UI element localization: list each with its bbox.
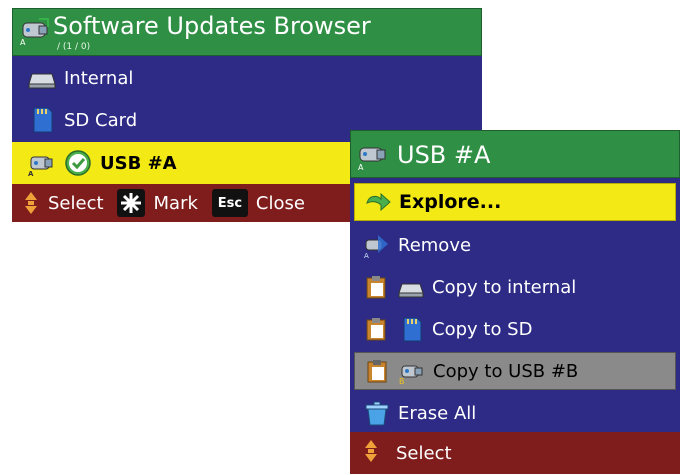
menu-item-copy-to-sd[interactable]: Copy to SD [354, 310, 676, 348]
usb-drive-icon: A [28, 149, 56, 178]
window-title: Software Updates Browser [53, 12, 371, 40]
clipboard-icon [364, 316, 390, 342]
svg-text:A: A [20, 38, 26, 47]
menu-item-copy-to-internal[interactable]: Copy to internal [354, 268, 676, 306]
hard-drive-icon [28, 64, 56, 92]
esc-key: Esc [211, 189, 248, 217]
menu-item-remove[interactable]: A Remove [354, 226, 676, 264]
usb-drive-icon: A [19, 15, 51, 47]
svg-text:A: A [364, 252, 369, 258]
menu-item-label: Copy to USB #B [433, 360, 579, 382]
remove-usb-icon: A [364, 232, 390, 260]
menu-item-erase-all[interactable]: Erase All [354, 394, 676, 432]
svg-text:B: B [399, 377, 405, 384]
updown-arrows-icon [24, 191, 38, 215]
popup-footer: Select [350, 432, 680, 474]
menu-item-label: Explore... [399, 191, 502, 213]
erase-all-icon [364, 400, 390, 426]
popup-title-bar: A USB #A [350, 130, 680, 178]
usb-drive-icon: B [399, 358, 425, 386]
hard-drive-icon [398, 274, 424, 300]
popup-title: USB #A [397, 141, 491, 169]
menu-item-copy-to-usb-b[interactable]: B Copy to USB #B [354, 352, 676, 390]
sd-card-icon [398, 316, 424, 342]
select-hint: Select [48, 192, 104, 214]
popup-menu-list: Explore... A Remove Copy to internal Cop… [350, 178, 680, 432]
menu-item-label: Remove [398, 234, 472, 256]
menu-item-label: Copy to SD [432, 318, 533, 340]
drive-item-internal[interactable]: Internal [12, 58, 482, 98]
svg-text:A: A [358, 163, 364, 171]
drive-label: SD Card [64, 109, 138, 131]
check-icon [64, 149, 92, 177]
title-bar: A Software Updates Browser / (1 / 0) [12, 8, 482, 56]
close-hint: Close [255, 192, 305, 214]
updown-arrows-icon [364, 439, 378, 468]
explore-arrow-icon [365, 189, 391, 215]
usb-drive-icon: A [357, 139, 389, 172]
menu-item-label: Erase All [398, 402, 477, 424]
clipboard-icon [364, 274, 390, 300]
menu-item-explore[interactable]: Explore... [354, 183, 676, 221]
select-hint: Select [396, 442, 452, 464]
path-indicator: / (1 / 0) [57, 42, 91, 52]
star-key-icon [116, 188, 146, 218]
mark-hint: Mark [153, 192, 198, 214]
drive-label: USB #A [100, 152, 177, 174]
svg-text:A: A [28, 170, 34, 177]
menu-item-label: Copy to internal [432, 276, 577, 298]
sd-card-icon [28, 106, 56, 134]
drive-label: Internal [64, 67, 134, 89]
clipboard-icon [365, 358, 391, 384]
usb-context-menu: A USB #A Explore... A Remove Copy to int… [350, 130, 680, 474]
